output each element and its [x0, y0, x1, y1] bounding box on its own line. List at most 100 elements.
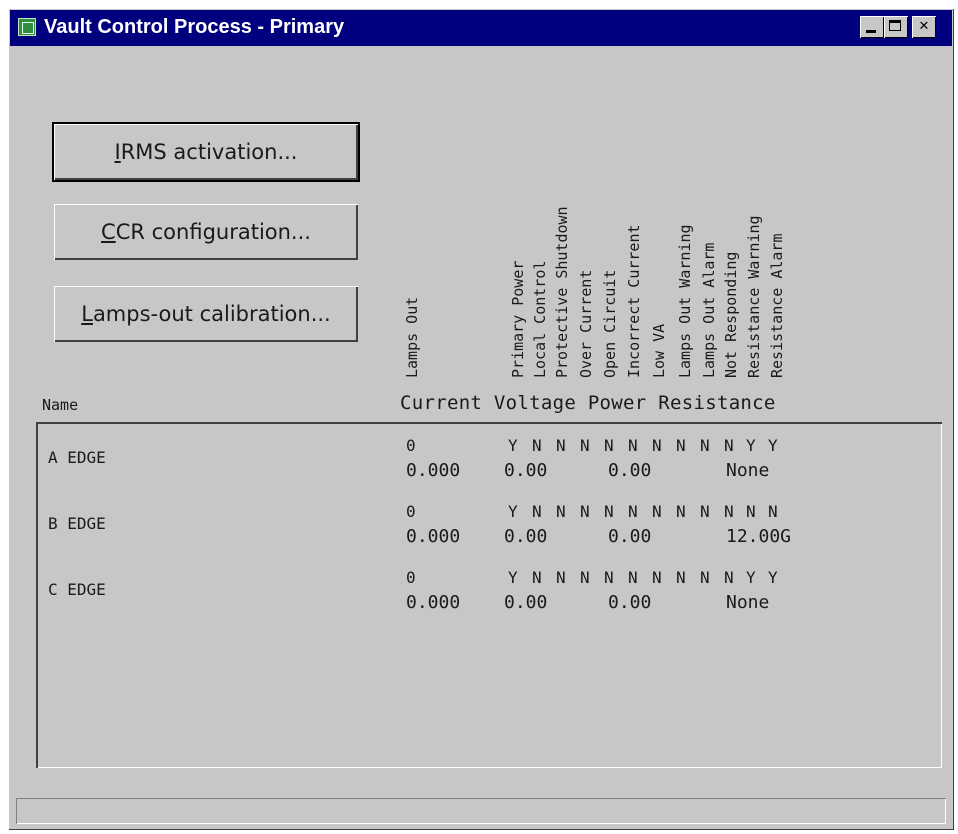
column-header-resistance-warning: Resistance Warning — [745, 58, 765, 378]
measure-column-headers: Current Voltage Power Resistance — [400, 392, 776, 414]
row-status-flag: N — [604, 436, 614, 455]
name-column-header: Name — [42, 396, 79, 414]
column-header-label: Protective Shutdown — [553, 206, 571, 378]
row-power: 0.00 — [608, 526, 652, 547]
row-status-flag: N — [628, 436, 638, 455]
title-bar[interactable]: Vault Control Process - Primary ✕ — [10, 10, 952, 46]
row-resistance: None — [726, 460, 770, 481]
row-current: 0.000 — [406, 592, 461, 613]
column-header-label: Resistance Warning — [745, 215, 763, 378]
column-header-not-responding: Not Responding — [722, 58, 742, 378]
column-header-resistance-alarm: Resistance Alarm — [768, 58, 788, 379]
row-power: 0.00 — [608, 592, 652, 613]
column-header-low-va: Low VA — [650, 58, 670, 378]
row-name: B EDGE — [48, 514, 106, 533]
column-header-label: Lamps Out — [403, 296, 421, 378]
column-header-primary-power: Primary Power — [509, 58, 529, 378]
irms-activation-button[interactable]: IRMS activation... — [54, 124, 358, 180]
row-status-flag: Y — [746, 568, 756, 587]
ccr-configuration-button[interactable]: CCR configuration... — [54, 204, 358, 260]
row-status-flag: N — [580, 502, 590, 521]
row-voltage: 0.00 — [504, 526, 548, 547]
row-status-flag: Y — [508, 568, 518, 587]
row-status-flag: N — [580, 568, 590, 587]
column-header-label: Incorrect Current — [625, 224, 643, 378]
row-status-flag: N — [676, 436, 686, 455]
row-status-flag: N — [628, 568, 638, 587]
irms-label: RMS activation... — [120, 140, 298, 164]
column-header-label: Local Control — [531, 260, 549, 378]
table-row[interactable]: B EDGE 0 Y N N N N N N N N N N N 0.000 0.00 0.00 12.00G — [36, 500, 942, 560]
column-header-label: Resistance Alarm — [768, 233, 786, 379]
column-header-protective-shutdown: Protective Shutdown — [553, 58, 573, 378]
minimize-button[interactable] — [860, 16, 884, 38]
column-header-open-circuit: Open Circuit — [601, 58, 621, 378]
row-status-flag: N — [532, 436, 542, 455]
row-status-flag: N — [724, 436, 734, 455]
row-status-flag: N — [676, 568, 686, 587]
column-header-lamps-out-alarm: Lamps Out Alarm — [700, 58, 720, 378]
row-status-flag: N — [676, 502, 686, 521]
row-status-flag: N — [580, 436, 590, 455]
maximize-icon — [889, 20, 901, 31]
table-row[interactable]: C EDGE 0 Y N N N N N N N N N Y Y 0.000 0.00 0.00 None — [36, 566, 942, 626]
column-header-label: Lamps Out Warning — [676, 224, 694, 378]
app-window: Vault Control Process - Primary ✕ IRMS a… — [8, 8, 954, 830]
row-status-flag: N — [746, 502, 756, 521]
lamps-out-calibration-button[interactable]: Lamps-out calibration... — [54, 286, 358, 342]
ccr-label: CR configuration... — [115, 220, 311, 244]
app-icon[interactable] — [18, 18, 36, 36]
row-voltage: 0.00 — [504, 592, 548, 613]
row-status-flag: Y — [768, 568, 778, 587]
row-status-flag: N — [532, 502, 542, 521]
row-status-flag: N — [556, 568, 566, 587]
column-header-label: Over Current — [577, 269, 595, 378]
row-voltage: 0.00 — [504, 460, 548, 481]
row-status-flag: N — [724, 568, 734, 587]
lamps-mnemonic: L — [81, 302, 93, 326]
close-button[interactable]: ✕ — [912, 16, 936, 38]
column-header-over-current: Over Current — [577, 58, 597, 378]
row-name: C EDGE — [48, 580, 106, 599]
window-title: Vault Control Process - Primary — [44, 16, 345, 38]
row-status-flag: N — [700, 502, 710, 521]
row-lamps-out: 0 — [406, 568, 416, 587]
row-status-flag: N — [604, 502, 614, 521]
row-current: 0.000 — [406, 460, 461, 481]
row-status-flag: Y — [508, 502, 518, 521]
row-status-flag: N — [628, 502, 638, 521]
row-status-flag: N — [556, 436, 566, 455]
table-row[interactable]: A EDGE 0 Y N N N N N N N N N Y Y 0.000 0.00 0.00 None — [36, 434, 942, 494]
row-status-flag: N — [652, 502, 662, 521]
row-power: 0.00 — [608, 460, 652, 481]
column-header-lamps-out: Lamps Out — [403, 58, 423, 378]
column-header-label: Open Circuit — [601, 269, 619, 378]
column-header-label: Lamps Out Alarm — [700, 242, 718, 378]
row-status-flag: N — [724, 502, 734, 521]
status-bar — [16, 798, 946, 824]
row-lamps-out: 0 — [406, 436, 416, 455]
maximize-button[interactable] — [884, 16, 908, 38]
row-lamps-out: 0 — [406, 502, 416, 521]
row-name: A EDGE — [48, 448, 106, 467]
ccr-status-list[interactable]: A EDGE 0 Y N N N N N N N N N Y Y 0.000 0.00 0.00 None B ED… — [36, 422, 942, 768]
column-header-local-control: Local Control — [531, 58, 551, 378]
row-status-flag: N — [532, 568, 542, 587]
row-status-flag: Y — [746, 436, 756, 455]
row-resistance: None — [726, 592, 770, 613]
close-icon: ✕ — [918, 19, 930, 34]
row-resistance: 12.00G — [726, 526, 792, 547]
row-status-flag: N — [556, 502, 566, 521]
row-status-flag: N — [768, 502, 778, 521]
row-status-flag: Y — [508, 436, 518, 455]
column-header-label: Not Responding — [722, 251, 740, 378]
row-status-flag: N — [652, 436, 662, 455]
row-status-flag: Y — [768, 436, 778, 455]
row-status-flag: N — [700, 436, 710, 455]
row-current: 0.000 — [406, 526, 461, 547]
minimize-icon — [866, 30, 876, 33]
row-status-flag: N — [700, 568, 710, 587]
column-header-incorrect-current: Incorrect Current — [625, 58, 645, 378]
column-header-label: Primary Power — [509, 260, 527, 378]
ccr-mnemonic: C — [101, 220, 116, 244]
